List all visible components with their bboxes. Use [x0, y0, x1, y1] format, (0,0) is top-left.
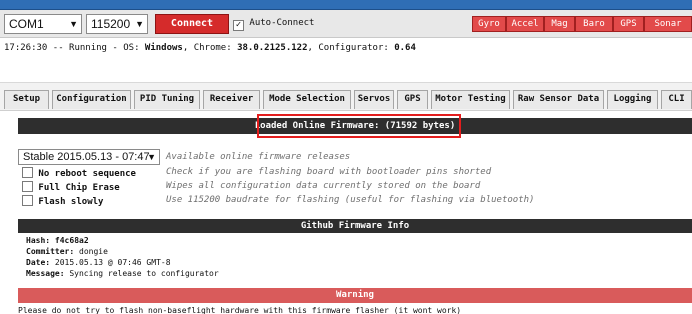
- window-top-bar: [0, 0, 692, 10]
- tab-gps[interactable]: GPS: [397, 90, 428, 109]
- log-os: Windows: [144, 43, 183, 53]
- full-chip-erase-label: Full Chip Erase: [38, 183, 120, 193]
- baud-select[interactable]: 115200 ▼: [86, 14, 148, 34]
- sensor-gyro: Gyro: [472, 16, 506, 32]
- full-chip-erase-description: Wipes all configuration data currently s…: [166, 181, 481, 191]
- committer-row: Committer: dongie: [26, 247, 108, 256]
- log-configurator-version: 0.64: [394, 43, 416, 53]
- tab-raw-sensor-data[interactable]: Raw Sensor Data: [513, 90, 604, 109]
- sensor-sonar: Sonar: [644, 16, 692, 32]
- auto-connect-label: Auto-Connect: [249, 18, 315, 28]
- hash-value: f4c68a2: [54, 236, 89, 245]
- tab-logging[interactable]: Logging: [607, 90, 658, 109]
- warning-bar: Warning: [18, 288, 692, 303]
- log-chrome-version: 38.0.2125.122: [237, 43, 308, 53]
- connect-button-label: Connect: [170, 18, 214, 29]
- flash-slowly-description: Use 115200 baudrate for flashing (useful…: [166, 195, 535, 205]
- date-value: 2015.05.13 @ 07:46 GMT-8: [54, 258, 171, 267]
- tab-motor-testing[interactable]: Motor Testing: [431, 90, 510, 109]
- log-configurator-label: , Configurator:: [307, 43, 389, 53]
- message-row: Message: Syncing release to configurator: [26, 269, 219, 278]
- committer-label: Committer:: [26, 247, 75, 256]
- no-reboot-checkbox[interactable]: [22, 167, 33, 178]
- status-log: 17:26:30 -- Running - OS: Windows, Chrom…: [0, 38, 692, 83]
- full-chip-erase-checkbox[interactable]: [22, 181, 33, 192]
- option-full-chip-erase[interactable]: Full Chip Erase: [22, 181, 120, 193]
- release-select[interactable]: Stable 2015.05.13 - 07:47 ▼: [18, 149, 160, 165]
- port-select-value: COM1: [9, 17, 44, 31]
- tab-servos[interactable]: Servos: [354, 90, 394, 109]
- auto-connect-checkbox[interactable]: ✓: [233, 20, 244, 31]
- tab-configuration[interactable]: Configuration: [52, 90, 131, 109]
- tab-mode-selection[interactable]: Mode Selection: [263, 90, 351, 109]
- tab-bar: Setup Configuration PID Tuning Receiver …: [0, 83, 692, 111]
- option-no-reboot[interactable]: No reboot sequence: [22, 167, 136, 179]
- date-row: Date: 2015.05.13 @ 07:46 GMT-8: [26, 258, 171, 267]
- firmware-flasher-panel: Loaded Online Firmware: (71592 bytes) St…: [0, 111, 692, 314]
- chevron-down-icon: ▼: [69, 19, 78, 29]
- github-info-bar: Github Firmware Info: [18, 219, 692, 233]
- tab-cli[interactable]: CLI: [661, 90, 692, 109]
- github-info-title: Github Firmware Info: [300, 221, 410, 231]
- tab-receiver[interactable]: Receiver: [203, 90, 260, 109]
- log-chrome-label: , Chrome:: [182, 43, 232, 53]
- tab-pid-tuning[interactable]: PID Tuning: [134, 90, 200, 109]
- connect-button[interactable]: Connect: [155, 14, 229, 34]
- log-time: 17:26:30: [4, 43, 48, 53]
- chevron-down-icon: ▼: [135, 19, 144, 29]
- message-value: Syncing release to configurator: [69, 269, 219, 278]
- auto-connect[interactable]: ✓ Auto-Connect: [233, 18, 314, 31]
- message-label: Message:: [26, 269, 65, 278]
- hash-label: Hash:: [26, 236, 51, 245]
- port-select[interactable]: COM1 ▼: [4, 14, 82, 34]
- release-select-value: Stable 2015.05.13 - 07:47: [23, 151, 150, 163]
- log-running: Running - OS:: [69, 43, 140, 53]
- option-flash-slowly[interactable]: Flash slowly: [22, 195, 103, 207]
- hash-row: Hash: f4c68a2: [26, 236, 89, 245]
- baud-select-value: 115200: [91, 17, 131, 31]
- toolbar: COM1 ▼ 115200 ▼ Connect ✓ Auto-Connect G…: [0, 10, 692, 38]
- committer-value: dongie: [79, 247, 108, 256]
- release-description: Available online firmware releases: [166, 152, 351, 162]
- tab-setup[interactable]: Setup: [4, 90, 49, 109]
- warning-title: Warning: [336, 290, 374, 300]
- sensor-accel: Accel: [506, 16, 544, 32]
- warning-text: Please do not try to flash non-basefligh…: [18, 306, 462, 314]
- sensor-baro: Baro: [575, 16, 613, 32]
- chevron-down-icon: ▼: [147, 152, 156, 162]
- flash-slowly-checkbox[interactable]: [22, 195, 33, 206]
- no-reboot-description: Check if you are flashing board with boo…: [166, 167, 492, 177]
- highlight-annotation: [257, 114, 461, 138]
- sensor-mag: Mag: [544, 16, 575, 32]
- flash-slowly-label: Flash slowly: [38, 197, 104, 207]
- date-label: Date:: [26, 258, 51, 267]
- no-reboot-label: No reboot sequence: [38, 169, 136, 179]
- log-separator: --: [52, 43, 64, 53]
- sensor-gps: GPS: [613, 16, 644, 32]
